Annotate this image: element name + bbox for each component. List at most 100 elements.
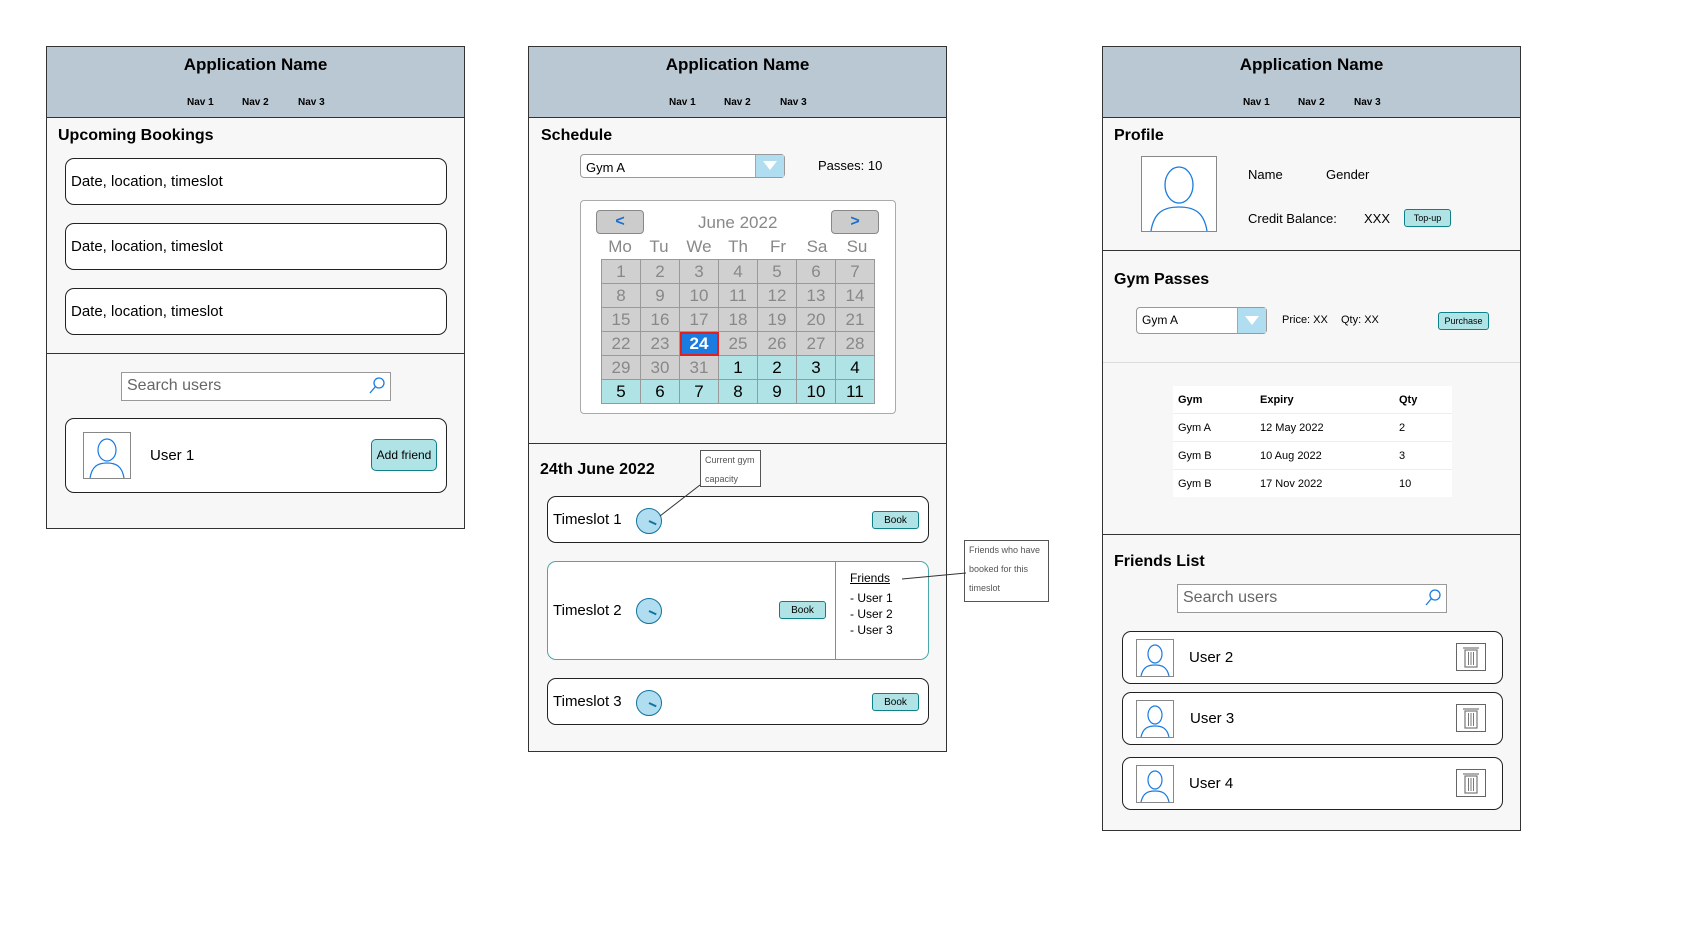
timeslot-card: Timeslot 3 Book [547, 678, 929, 725]
profile-title: Profile [1114, 127, 1164, 144]
calendar-day: 8 [601, 283, 641, 308]
table-cell: Gym B [1173, 469, 1255, 497]
add-friend-button[interactable]: Add friend [371, 439, 437, 471]
nav-3[interactable]: Nav 3 [1354, 97, 1381, 108]
search-users-input[interactable]: Search users [121, 372, 391, 401]
search-placeholder: Search users [127, 377, 222, 394]
friend-name: User 4 [1189, 775, 1234, 792]
weekday-label: Tu [649, 237, 669, 256]
table-cell: 17 Nov 2022 [1255, 469, 1394, 497]
booking-card[interactable]: Date, location, timeslot [65, 288, 447, 335]
weekday-label: Fr [769, 237, 787, 256]
calendar-day: 17 [679, 307, 719, 332]
calendar-day: 4 [718, 259, 758, 284]
price-label: Price: XX [1282, 314, 1328, 326]
nav-1[interactable]: Nav 1 [1243, 97, 1270, 108]
schedule-screen: Application Name Nav 1 Nav 2 Nav 3 Sched… [528, 46, 947, 752]
section-divider [529, 443, 946, 444]
calendar-day-available[interactable]: 10 [796, 379, 836, 404]
app-header: Application Name Nav 1 Nav 2 Nav 3 [529, 47, 946, 118]
clock-icon [636, 690, 662, 716]
passes-header-qty: Qty [1394, 386, 1452, 414]
calendar-day-selected[interactable]: 24 [679, 331, 719, 356]
calendar-day: 2 [640, 259, 680, 284]
calendar-day-available[interactable]: 2 [757, 355, 797, 380]
nav-2[interactable]: Nav 2 [242, 97, 269, 108]
calendar-day-available[interactable]: 11 [835, 379, 875, 404]
calendar-prev-button[interactable]: < [596, 210, 644, 234]
passes-table: Gym Expiry Qty Gym A 12 May 2022 2 Gym B… [1173, 386, 1452, 497]
trash-icon[interactable] [1456, 704, 1486, 732]
calendar-day: 14 [835, 283, 875, 308]
book-button[interactable]: Book [872, 693, 919, 711]
timeslot-label: Timeslot 3 [553, 693, 622, 710]
calendar-day-available[interactable]: 6 [640, 379, 680, 404]
dropdown-arrow-icon[interactable] [1237, 308, 1266, 333]
calendar-day: 16 [640, 307, 680, 332]
nav-2[interactable]: Nav 2 [1298, 97, 1325, 108]
calendar-day: 20 [796, 307, 836, 332]
avatar-icon [1136, 639, 1174, 677]
name-label: Name [1248, 167, 1283, 182]
app-title: Application Name [665, 55, 810, 74]
calendar-day: 27 [796, 331, 836, 356]
search-icon[interactable] [368, 376, 386, 401]
nav-2[interactable]: Nav 2 [724, 97, 751, 108]
app-title: Application Name [1239, 55, 1384, 74]
table-row: Gym B 17 Nov 2022 10 [1173, 469, 1452, 497]
schedule-title: Schedule [541, 127, 613, 144]
capacity-note-connector [659, 484, 701, 517]
book-button[interactable]: Book [872, 511, 919, 529]
gym-select-value: Gym A [586, 160, 626, 175]
calendar-day-available[interactable]: 4 [835, 355, 875, 380]
nav-3[interactable]: Nav 3 [780, 97, 807, 108]
calendar: < June 2022 > Mo Tu We Th Fr Sa Su 1 2 3… [580, 200, 896, 414]
search-icon[interactable] [1424, 588, 1442, 613]
weekday-label: We [686, 237, 712, 256]
calendar-day-available[interactable]: 3 [796, 355, 836, 380]
table-cell: 12 May 2022 [1255, 413, 1394, 442]
trash-icon[interactable] [1456, 769, 1486, 797]
weekday-label: Sa [806, 237, 828, 256]
nav-1[interactable]: Nav 1 [187, 97, 214, 108]
friend-name: User 2 [1189, 649, 1234, 666]
booking-card[interactable]: Date, location, timeslot [65, 158, 447, 205]
booking-card[interactable]: Date, location, timeslot [65, 223, 447, 270]
trash-icon[interactable] [1456, 643, 1486, 671]
user-result-card: User 1 Add friend [65, 418, 447, 493]
calendar-next-button[interactable]: > [831, 210, 879, 234]
gym-pass-select[interactable]: Gym A [1136, 307, 1267, 334]
calendar-day: 29 [601, 355, 641, 380]
calendar-day-available[interactable]: 5 [601, 379, 641, 404]
profile-screen: Application Name Nav 1 Nav 2 Nav 3 Profi… [1102, 46, 1521, 831]
clock-icon [636, 598, 662, 624]
friends-search-input[interactable]: Search users [1177, 584, 1447, 613]
calendar-day: 11 [718, 283, 758, 308]
calendar-day: 7 [835, 259, 875, 284]
top-up-button[interactable]: Top-up [1404, 209, 1451, 227]
book-button[interactable]: Book [779, 601, 826, 619]
app-header: Application Name Nav 1 Nav 2 Nav 3 [47, 47, 464, 118]
friends-heading[interactable]: Friends [850, 571, 890, 585]
gym-pass-select-value: Gym A [1142, 313, 1179, 327]
avatar-icon [1136, 765, 1174, 803]
dropdown-arrow-icon[interactable] [755, 155, 784, 177]
nav-1[interactable]: Nav 1 [669, 97, 696, 108]
selected-date-title: 24th June 2022 [540, 461, 655, 478]
calendar-day-available[interactable]: 1 [718, 355, 758, 380]
gym-select[interactable]: Gym A [580, 154, 785, 178]
nav-3[interactable]: Nav 3 [298, 97, 325, 108]
table-row: Gym A 12 May 2022 2 [1173, 413, 1452, 442]
calendar-day-available[interactable]: 8 [718, 379, 758, 404]
calendar-day: 9 [640, 283, 680, 308]
table-cell: 2 [1394, 413, 1452, 442]
avatar-icon [83, 432, 131, 479]
calendar-day: 12 [757, 283, 797, 308]
calendar-day: 31 [679, 355, 719, 380]
calendar-day-available[interactable]: 7 [679, 379, 719, 404]
profile-avatar-icon [1141, 156, 1217, 232]
calendar-day-available[interactable]: 9 [757, 379, 797, 404]
purchase-button[interactable]: Purchase [1438, 312, 1489, 330]
calendar-day: 10 [679, 283, 719, 308]
table-row: Gym B 10 Aug 2022 3 [1173, 441, 1452, 470]
